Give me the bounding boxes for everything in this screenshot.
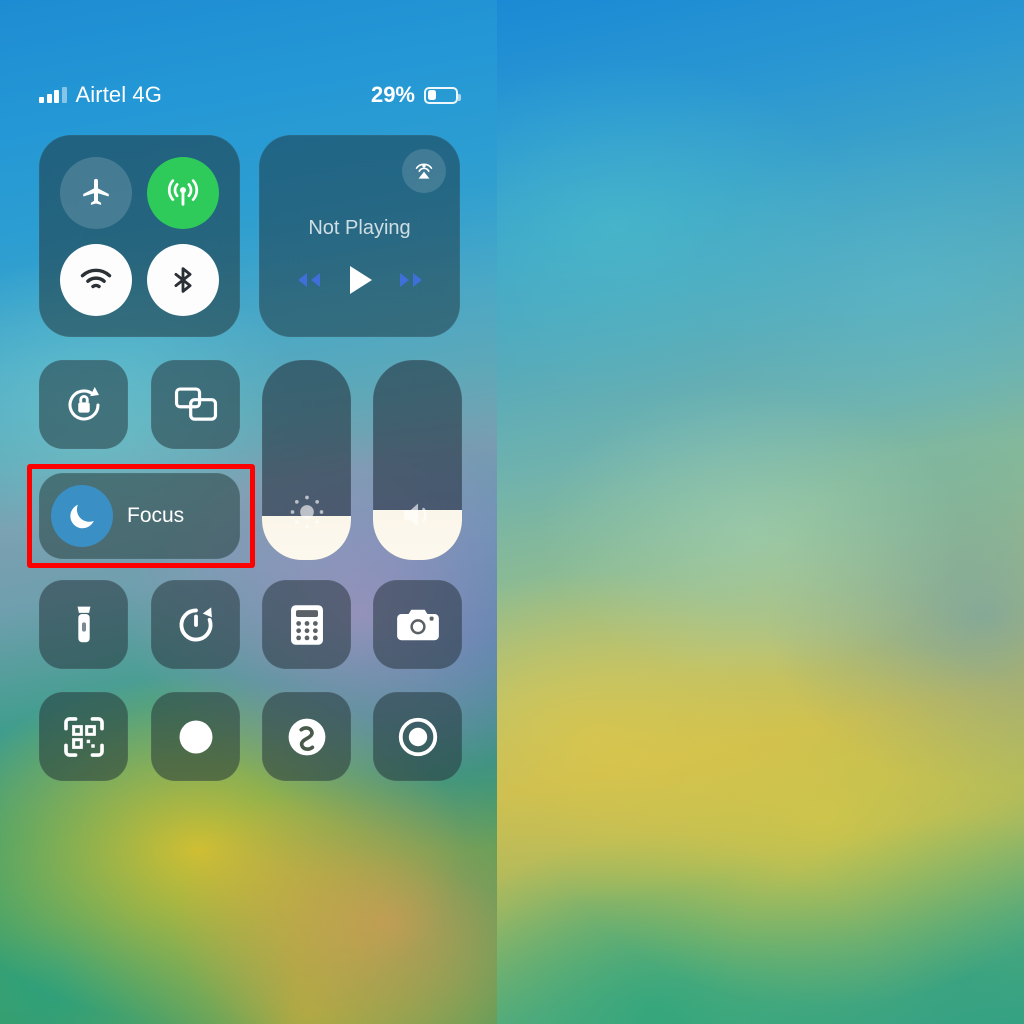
airplay-icon <box>415 163 433 179</box>
focus-modes-panel: Do Not Disturb Gaming <box>497 0 1024 1024</box>
timer-icon <box>179 606 212 641</box>
play-icon <box>349 266 372 294</box>
now-playing-label: Not Playing <box>308 217 411 239</box>
calculator-button[interactable] <box>262 580 351 669</box>
control-center-panel: Airtel 4G 29% Not Playing Focus <box>0 0 497 1024</box>
shazam-icon <box>288 718 325 755</box>
connectivity-module <box>39 135 240 337</box>
brightness-icon <box>262 492 351 532</box>
rewind-button[interactable] <box>290 268 328 292</box>
camera-button[interactable] <box>373 580 462 669</box>
screen-mirroring-button[interactable] <box>151 360 240 449</box>
carrier-label: Airtel 4G <box>75 82 162 107</box>
focus-moon-badge <box>51 485 113 547</box>
shazam-button[interactable] <box>262 692 351 781</box>
wifi-icon <box>81 268 112 288</box>
qr-scanner-button[interactable] <box>39 692 128 781</box>
status-bar-left: Airtel 4G <box>39 82 162 108</box>
play-button[interactable] <box>345 263 375 297</box>
dark-mode-button[interactable] <box>151 692 240 781</box>
volume-slider[interactable] <box>373 360 462 560</box>
rotation-lock-icon <box>68 386 100 420</box>
flashlight-button[interactable] <box>39 580 128 669</box>
fast-forward-button[interactable] <box>392 268 430 292</box>
bluetooth-icon <box>174 266 192 293</box>
camera-icon <box>396 609 439 640</box>
cellular-antenna-icon <box>167 178 198 206</box>
bluetooth-button[interactable] <box>146 243 219 316</box>
rewind-icon <box>297 273 320 287</box>
focus-tile[interactable]: Focus <box>39 473 240 559</box>
status-bar: Airtel 4G 29% <box>39 80 461 110</box>
battery-percent-label: 29% <box>370 82 415 107</box>
focus-tile-label: Focus <box>127 504 185 527</box>
airplay-button[interactable] <box>402 149 446 193</box>
brightness-slider[interactable] <box>262 360 351 560</box>
screen-record-icon <box>398 717 437 756</box>
moon-icon <box>70 504 94 529</box>
dark-mode-icon <box>179 720 212 753</box>
flashlight-icon <box>77 606 90 642</box>
wallpaper-right <box>497 0 1024 1024</box>
qr-scanner-icon <box>63 716 104 757</box>
airplane-mode-button[interactable] <box>60 156 133 229</box>
rotation-lock-button[interactable] <box>39 360 128 449</box>
calculator-icon <box>290 604 323 645</box>
status-bar-right: 29% <box>370 82 461 108</box>
battery-icon <box>424 86 461 104</box>
speaker-icon <box>373 498 462 532</box>
cellular-signal-icon <box>39 87 67 103</box>
ios-control-center-screenshot: Airtel 4G 29% Not Playing Focus <box>0 0 1024 1024</box>
airplane-icon <box>83 178 109 205</box>
screen-mirroring-icon <box>174 386 217 421</box>
timer-button[interactable] <box>151 580 240 669</box>
media-playback-module: Not Playing <box>259 135 460 337</box>
screen-record-button[interactable] <box>373 692 462 781</box>
wifi-button[interactable] <box>60 243 133 316</box>
cellular-data-button[interactable] <box>146 156 219 229</box>
fast-forward-icon <box>399 273 422 287</box>
